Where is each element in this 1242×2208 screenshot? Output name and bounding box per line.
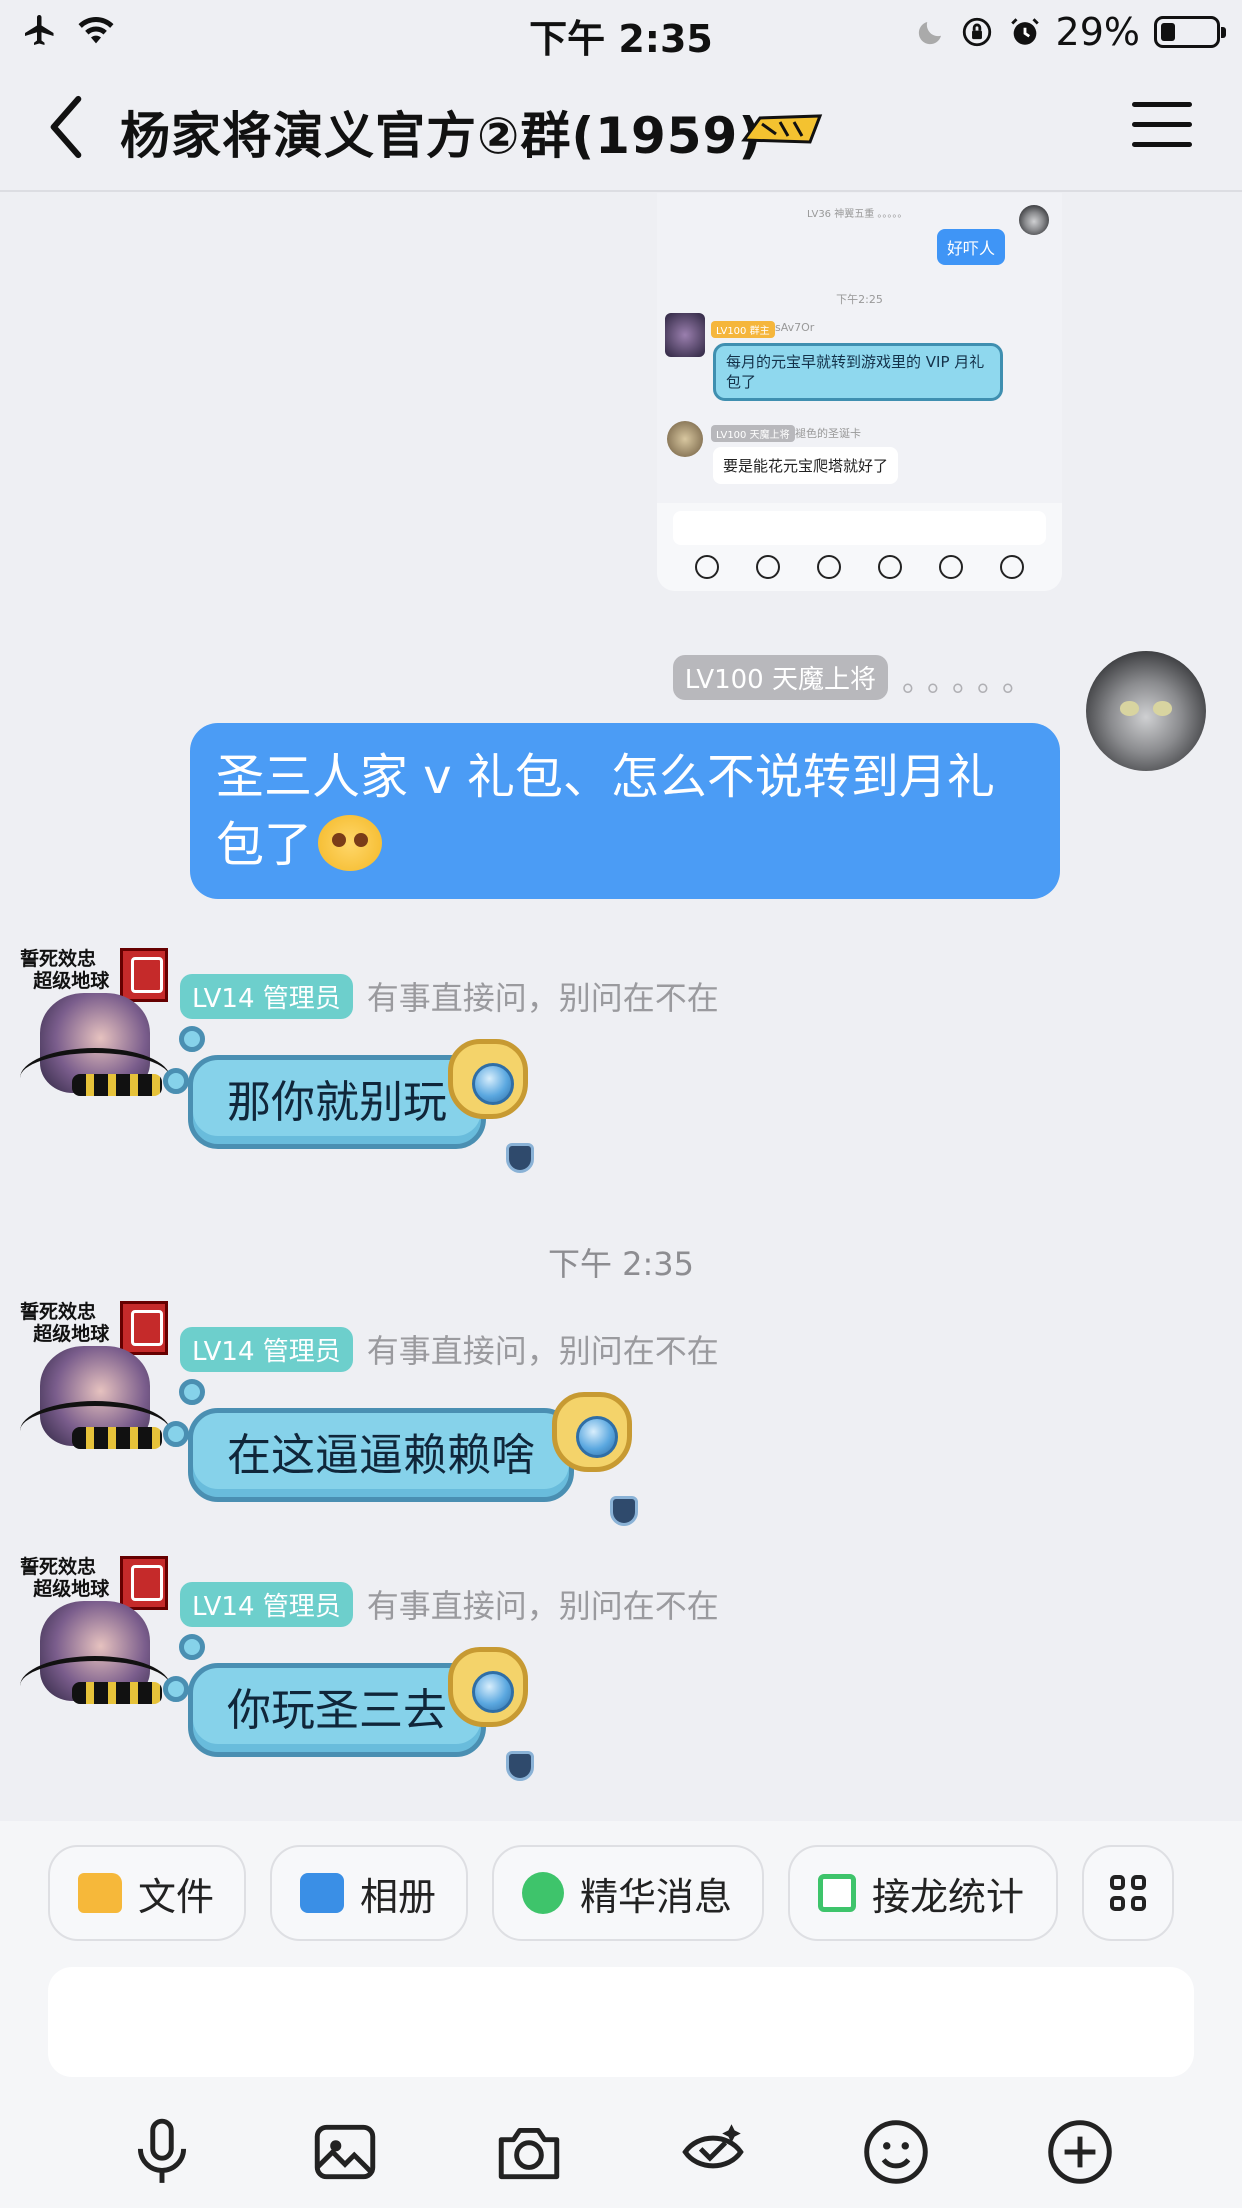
alarm-icon [1010, 18, 1039, 45]
admin-meta: LV14 管理员 有事直接问，别问在不在 [180, 1326, 719, 1372]
admin-message-text: 你玩圣三去 [227, 1685, 447, 1736]
file-chip-label: 文件 [138, 1874, 215, 1919]
screenshot-my-meta: LV36 神翼五重 。。。。。 [807, 209, 908, 220]
admin-name: 有事直接问，别问在不在 [366, 979, 719, 1017]
input-toolbar [0, 2107, 1242, 2197]
rotation-lock-icon [962, 17, 991, 47]
admin-badge: LV14 管理员 [180, 973, 353, 1019]
shield-icon [506, 1143, 534, 1173]
my-level-badge: LV100 天魔上将 [672, 655, 888, 700]
red-packet-icon[interactable] [676, 2115, 750, 2189]
album-chip[interactable]: 相册 [270, 1845, 469, 1941]
emoji-icon[interactable] [859, 2115, 933, 2189]
microphone-icon[interactable] [125, 2115, 199, 2189]
relay-icon [818, 1874, 857, 1912]
screenshot-user1-tag: LV100 群主 [711, 321, 775, 338]
album-icon [300, 1873, 345, 1913]
screenshot-user2-avatar [667, 421, 703, 457]
my-message-meta: LV100 天魔上将 。。。。。 [672, 655, 1042, 700]
menu-icon[interactable] [1132, 102, 1192, 152]
avatar-caption: 誓死效忠 超级地球 [20, 1301, 110, 1345]
blush-emoji-icon [318, 815, 383, 871]
shortcut-chips: 文件 相册 精华消息 接龙统计 [48, 1845, 1175, 1941]
admin-avatar[interactable]: 誓死效忠 超级地球 [20, 1556, 170, 1721]
paw-decoration-icon [438, 1023, 538, 1123]
image-icon[interactable] [308, 2115, 382, 2189]
chat-area[interactable]: LV36 神翼五重 。。。。。 好吓人 下午2:25 LV100 群主 sAv7… [0, 193, 1242, 1821]
screenshot-timestamp: 下午2:25 [836, 293, 883, 306]
admin-avatar[interactable]: 誓死效忠 超级地球 [20, 948, 170, 1113]
avatar-caption: 誓死效忠 超级地球 [20, 948, 110, 992]
camera-icon[interactable] [492, 2115, 566, 2189]
folder-icon [78, 1873, 122, 1913]
group-level-emblem-icon [741, 114, 823, 144]
chat-timestamp: 下午 2:35 [547, 1245, 695, 1283]
relay-chip-label: 接龙统计 [872, 1874, 1025, 1919]
battery-percent: 29% [1055, 10, 1140, 54]
file-chip[interactable]: 文件 [48, 1845, 247, 1941]
my-message-bubble[interactable]: 圣三人家 v 礼包、怎么不说转到月礼包了 [190, 723, 1060, 899]
status-bar: 下午 2:35 29% [0, 0, 1242, 62]
relay-chip[interactable]: 接龙统计 [788, 1845, 1059, 1941]
paw-decoration-icon [438, 1631, 538, 1731]
shield-icon [610, 1496, 638, 1526]
avatar-caption: 誓死效忠 超级地球 [20, 1556, 110, 1600]
moon-icon [918, 22, 941, 45]
admin-badge: LV14 管理员 [180, 1326, 353, 1372]
star-bubble-icon [522, 1872, 565, 1914]
plus-icon[interactable] [1043, 2115, 1117, 2189]
shield-icon [506, 1751, 534, 1781]
robot-emblem-icon [120, 1556, 168, 1610]
admin-name: 有事直接问，别问在不在 [366, 1587, 719, 1625]
screenshot-my-avatar [1019, 205, 1049, 235]
admin-meta: LV14 管理员 有事直接问，别问在不在 [180, 973, 719, 1019]
screenshot-user2-message: 要是能花元宝爬塔就好了 [713, 447, 899, 484]
screenshot-user1-avatar [665, 313, 705, 357]
input-panel: 文件 相册 精华消息 接龙统计 [0, 1821, 1242, 2208]
essence-chip[interactable]: 精华消息 [492, 1845, 765, 1941]
nav-bar: 杨家将演义官方②群(1959) [0, 62, 1242, 192]
screenshot-input-bar [657, 503, 1062, 591]
message-input[interactable] [48, 1967, 1194, 2077]
shared-screenshot-image[interactable]: LV36 神翼五重 。。。。。 好吓人 下午2:25 LV100 群主 sAv7… [657, 193, 1062, 591]
screenshot-my-message: 好吓人 [937, 229, 1006, 265]
admin-message-bubble[interactable]: 在这逼逼赖赖啥 [163, 1379, 574, 1502]
admin-message-text: 在这逼逼赖赖啥 [227, 1430, 535, 1481]
back-icon[interactable] [36, 92, 96, 162]
battery-icon [1154, 16, 1226, 48]
my-avatar[interactable] [1086, 651, 1206, 771]
paw-decoration-icon [542, 1376, 642, 1476]
screenshot-user1-message: 每月的元宝早就转到游戏里的 VIP 月礼包了 [713, 343, 1003, 401]
essence-chip-label: 精华消息 [580, 1874, 733, 1919]
screenshot-user2-tag: LV100 天魔上将 [711, 425, 795, 442]
admin-avatar[interactable]: 誓死效忠 超级地球 [20, 1301, 170, 1466]
my-nickname-suffix: 。。。。。 [902, 663, 1042, 699]
admin-meta: LV14 管理员 有事直接问，别问在不在 [180, 1581, 719, 1627]
admin-message-text: 那你就别玩 [227, 1077, 447, 1128]
screenshot-user2-name: 褪色的圣诞卡 [795, 427, 861, 440]
group-title: 杨家将演义官方②群(1959) [120, 107, 763, 165]
status-right: 29% [916, 10, 1226, 54]
album-chip-label: 相册 [360, 1874, 437, 1919]
grid-icon [1110, 1875, 1147, 1911]
more-apps-button[interactable] [1082, 1845, 1175, 1941]
robot-emblem-icon [120, 948, 168, 1002]
admin-badge: LV14 管理员 [180, 1581, 353, 1627]
robot-emblem-icon [120, 1301, 168, 1355]
admin-name: 有事直接问，别问在不在 [366, 1332, 719, 1370]
screenshot-user1-name: sAv7Or [775, 321, 815, 334]
